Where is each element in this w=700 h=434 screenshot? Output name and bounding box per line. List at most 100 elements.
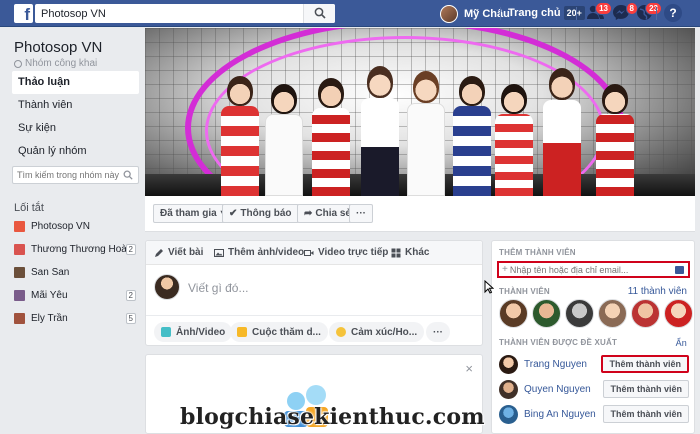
composer-tabs: Viết bài Thêm ảnh/video Video trực tiếp …: [146, 241, 482, 265]
group-icon: [14, 221, 25, 232]
avatar: [154, 274, 180, 300]
cover-person: [355, 66, 405, 196]
suggested-member-name[interactable]: Quyen Nguyen: [524, 384, 591, 395]
shortcut-label: Photosop VN: [31, 221, 90, 232]
facebook-logo-icon[interactable]: f: [14, 4, 33, 23]
avatar[interactable]: [499, 404, 518, 424]
tab-write-post[interactable]: Viết bài: [154, 247, 203, 258]
cover-person: [537, 68, 587, 196]
search-icon: [123, 170, 133, 180]
help-question-icon[interactable]: ?: [664, 4, 682, 22]
action-label: Cảm xúc/Ho...: [351, 326, 418, 338]
photo-icon: [161, 327, 171, 337]
avatar[interactable]: [499, 354, 518, 374]
shortcut-count: 2: [125, 290, 136, 301]
shortcut-label: Ely Trần: [31, 313, 68, 324]
avatar[interactable]: [565, 299, 594, 328]
suggested-member-row: Quyen Nguyen Thêm thành viên: [499, 378, 689, 400]
shortcut-item[interactable]: Thương Thương Hoài 2: [14, 238, 136, 261]
friend-requests-button[interactable]: 13: [586, 2, 612, 23]
cover-person: [490, 84, 538, 196]
video-camera-icon: [304, 249, 314, 256]
feeling-activity-button[interactable]: Cảm xúc/Ho...: [329, 322, 425, 342]
avatar[interactable]: [499, 379, 518, 399]
composer-actions: Ảnh/Video Cuộc thăm d... Cảm xúc/Ho... ·…: [146, 315, 482, 345]
group-icon: [14, 313, 25, 324]
shortcuts-list: Photosop VN Thương Thương Hoài 2 San San…: [14, 215, 136, 330]
suggested-member-row: Trang Nguyen Thêm thành viên: [499, 353, 689, 375]
more-label: ···: [356, 208, 366, 219]
watermark-text: blogchiasekienthuc.com: [180, 404, 485, 430]
group-search-input[interactable]: [13, 167, 121, 183]
close-icon[interactable]: ×: [465, 361, 473, 376]
nav-item-discussion[interactable]: Thảo luận: [12, 71, 139, 94]
public-globe-icon: [14, 59, 22, 68]
group-title[interactable]: Photosop VN: [14, 39, 102, 56]
joined-label: Đã tham gia: [160, 208, 217, 219]
suggested-members-heading: THÀNH VIÊN ĐƯỢC ĐỀ XUẤT: [499, 338, 618, 347]
group-privacy: Nhóm công khai: [14, 58, 97, 69]
divider: [656, 7, 657, 20]
suggested-member-name[interactable]: Trang Nguyen: [524, 359, 587, 370]
suggested-member-row: Bing An Nguyen Thêm thành viên: [499, 403, 689, 425]
cover-actions-bar: Đã tham gia ▾ ✔ Thông báo ➦ Chia sẻ ···: [145, 196, 695, 232]
add-member-button[interactable]: Thêm thành viên: [603, 380, 689, 398]
avatar[interactable]: [532, 299, 561, 328]
smiley-icon: [336, 327, 346, 337]
members-heading: THÀNH VIÊN: [499, 287, 550, 296]
more-actions-button[interactable]: ···: [426, 322, 450, 342]
hide-suggestions-link[interactable]: Ẩn: [676, 338, 687, 348]
check-icon: ✔: [229, 208, 238, 219]
nav-item-manage-group[interactable]: Quản lý nhóm: [12, 140, 139, 163]
shortcut-count: 5: [125, 313, 136, 324]
add-member-field[interactable]: +: [497, 261, 690, 278]
search-input[interactable]: [35, 4, 305, 23]
mouse-cursor-icon: [484, 280, 494, 294]
divider: [576, 7, 577, 20]
shortcut-item[interactable]: Mãi Yêu 2: [14, 284, 136, 307]
group-search[interactable]: [12, 166, 139, 184]
notifications-button[interactable]: 23: [636, 2, 662, 23]
avatar: [440, 4, 458, 23]
shortcuts-heading: Lối tắt: [14, 202, 44, 214]
tab-live-video[interactable]: Video trực tiếp: [304, 247, 388, 258]
messages-button[interactable]: 8: [612, 2, 638, 23]
top-navigation-bar: f Mỹ Châu Trang chủ20+ 13 8 23 ?: [0, 0, 700, 27]
shortcut-item[interactable]: Ely Trần 5: [14, 307, 136, 330]
composer-input[interactable]: Viết gì đó...: [188, 281, 249, 295]
shortcut-label: San San: [31, 267, 70, 278]
nav-item-members[interactable]: Thành viên: [12, 94, 139, 117]
shortcut-item[interactable]: San San: [14, 261, 136, 284]
add-member-button[interactable]: Thêm thành viên: [601, 355, 689, 373]
friend-requests-badge: 13: [595, 2, 612, 15]
suggested-member-name[interactable]: Bing An Nguyen: [524, 409, 596, 420]
action-label: Cuộc thăm d...: [252, 326, 321, 338]
photo-video-button[interactable]: Ảnh/Video: [154, 322, 233, 342]
cover-photo[interactable]: [145, 28, 695, 196]
share-label: Chia sẻ: [315, 208, 351, 219]
poll-button[interactable]: Cuộc thăm d...: [230, 322, 328, 342]
avatar[interactable]: [598, 299, 627, 328]
address-book-icon[interactable]: [675, 266, 684, 274]
avatar[interactable]: [631, 299, 660, 328]
more-options-button[interactable]: ···: [349, 204, 373, 223]
avatar[interactable]: [499, 299, 528, 328]
global-search[interactable]: [35, 4, 335, 23]
cover-person: [305, 78, 357, 196]
notifications-badge: 23: [645, 2, 662, 15]
members-count-link[interactable]: 11 thành viên: [628, 286, 687, 297]
tab-other[interactable]: Khác: [391, 247, 429, 258]
notify-label: Thông báo: [240, 208, 292, 219]
group-icon: [14, 267, 25, 278]
home-link[interactable]: Trang chủ 20+: [508, 4, 585, 23]
add-member-button[interactable]: Thêm thành viên: [603, 405, 689, 423]
search-icon: [314, 7, 326, 19]
tab-add-photo-video[interactable]: Thêm ảnh/video: [214, 247, 304, 258]
shortcut-item[interactable]: Photosop VN: [14, 215, 136, 238]
avatar[interactable]: [664, 299, 693, 328]
notifications-toggle-button[interactable]: ✔ Thông báo: [222, 204, 299, 223]
nav-item-events[interactable]: Sự kiện: [12, 117, 139, 140]
search-button[interactable]: [303, 4, 335, 23]
add-member-input[interactable]: [507, 264, 678, 275]
photo-icon: [214, 248, 224, 257]
